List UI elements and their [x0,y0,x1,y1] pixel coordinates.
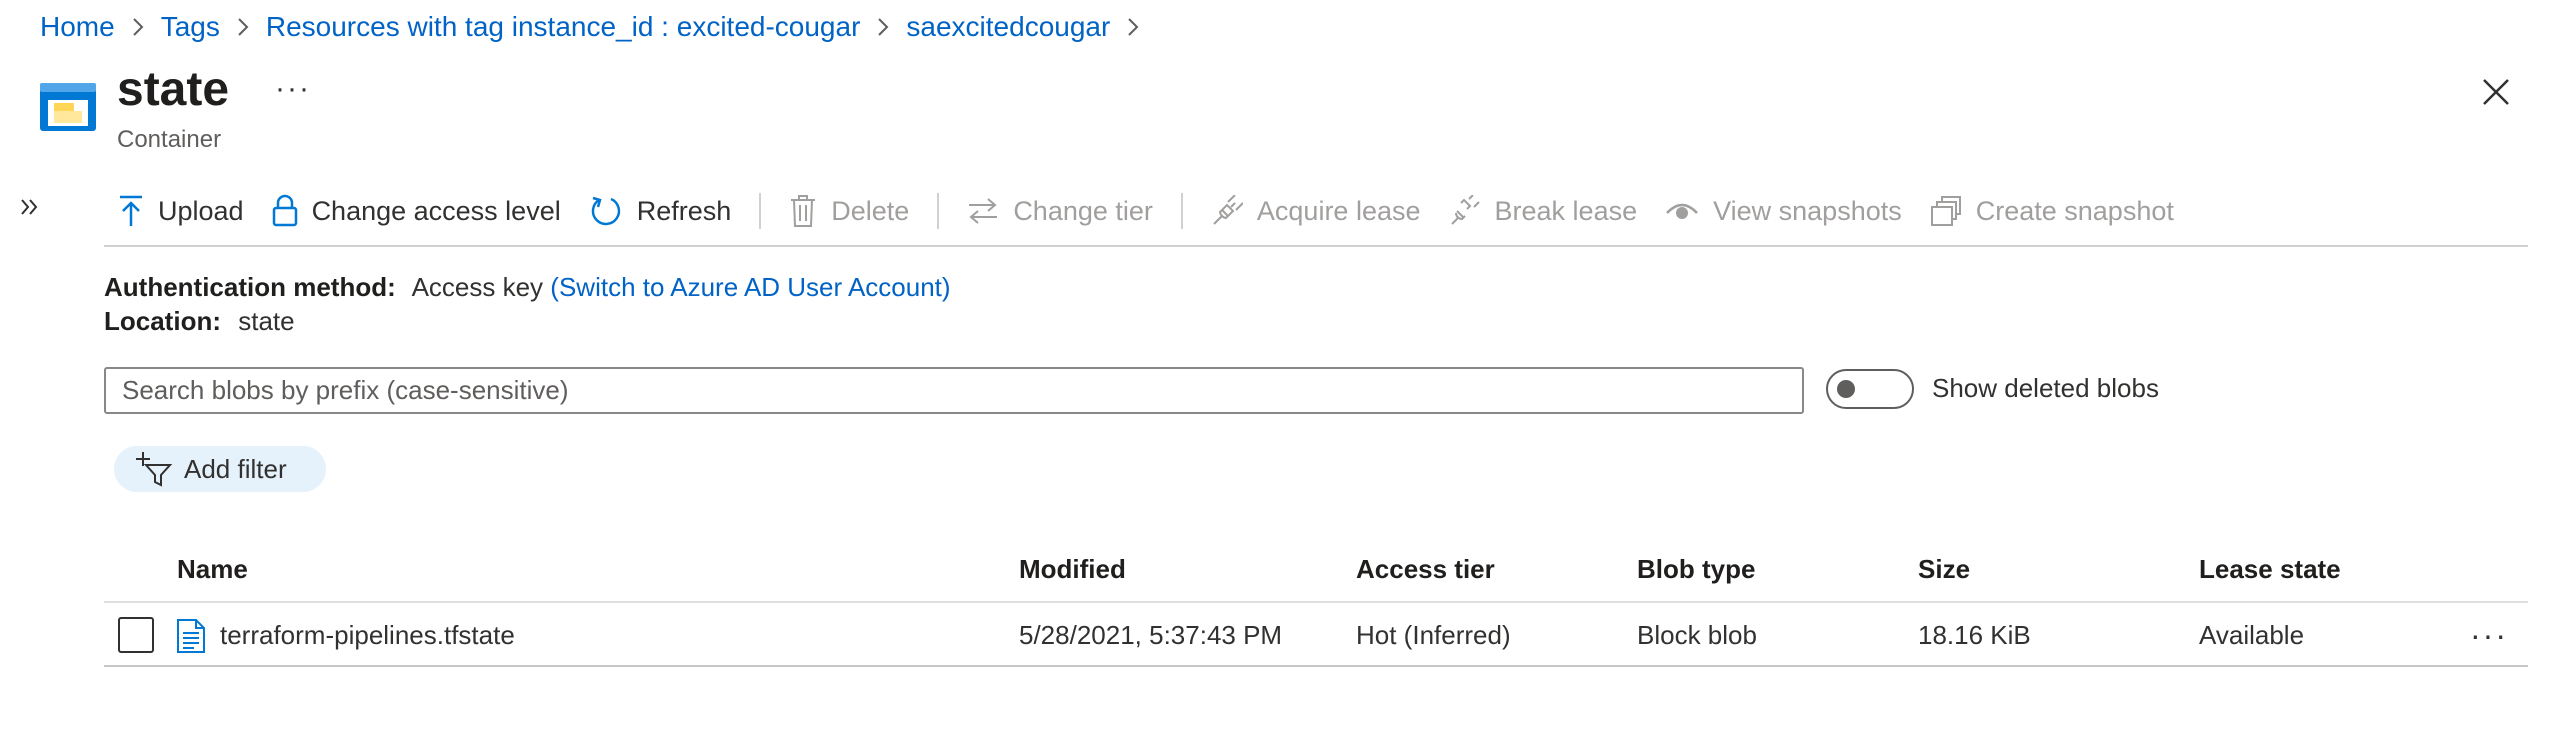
column-header-blob-type[interactable]: Blob type [1637,554,1755,585]
command-bar: Upload Change access level Refresh Delet… [104,186,2188,236]
toolbar-divider [759,193,762,229]
snapshot-stack-icon [1930,196,1961,226]
trash-icon [791,195,816,227]
blob-type: Block blob [1637,620,1757,650]
location-label: Location: [104,306,221,336]
blob-name-link[interactable]: terraform-pipelines.tfstate [220,620,515,651]
show-deleted-blobs-toggle[interactable] [1826,369,1914,409]
upload-button[interactable]: Upload [104,186,258,236]
chevron-right-icon [1126,16,1140,38]
plug-icon [1213,195,1243,225]
switch-auth-link[interactable]: (Switch to Azure AD User Account) [550,272,950,302]
refresh-button[interactable]: Refresh [575,186,746,236]
column-header-name[interactable]: Name [177,554,248,585]
upload-label: Upload [158,195,244,226]
double-chevron-right-icon[interactable] [18,195,42,219]
page-subtitle: Container [117,126,222,153]
refresh-icon [591,196,620,226]
row-select-checkbox[interactable] [118,617,154,653]
column-header-size[interactable]: Size [1918,554,1970,585]
broken-plug-icon [1450,195,1480,225]
column-header-access-tier[interactable]: Access tier [1356,554,1495,585]
breadcrumb-storage-account[interactable]: saexcitedcougar [906,11,1110,43]
file-document-icon [177,619,205,653]
chevron-right-icon [876,16,890,38]
column-header-lease-state[interactable]: Lease state [2199,554,2341,585]
break-lease-label: Break lease [1494,195,1638,226]
change-access-level-label: Change access level [311,195,561,226]
show-deleted-blobs-label: Show deleted blobs [1932,373,2159,403]
search-blobs-input[interactable] [104,367,1804,414]
table-row-divider [104,665,2528,667]
blob-modified: 5/28/2021, 5:37:43 PM [1019,620,1283,650]
change-tier-button[interactable]: Change tier [953,186,1167,236]
change-access-level-button[interactable]: Change access level [258,186,575,236]
breadcrumb-resources-with-tag[interactable]: Resources with tag instance_id : excited… [266,11,861,43]
table-header-divider [104,601,2528,603]
eye-icon [1666,203,1699,219]
auth-method-line: Authentication method: Access key (Switc… [104,272,951,303]
auth-method-value: Access key [411,272,544,302]
refresh-label: Refresh [636,195,732,226]
lock-icon [272,194,297,227]
breadcrumb-tags[interactable]: Tags [161,11,220,43]
change-tier-label: Change tier [1013,195,1153,226]
view-snapshots-label: View snapshots [1713,195,1902,226]
add-filter-button[interactable]: Add filter [114,446,326,492]
row-more-options-button[interactable]: ··· [2470,617,2508,654]
break-lease-button[interactable]: Break lease [1435,186,1652,236]
breadcrumb-home[interactable]: Home [40,11,115,43]
location-line: Location: state [104,306,295,337]
create-snapshot-button[interactable]: Create snapshot [1916,186,2188,236]
delete-label: Delete [831,195,910,226]
create-snapshot-label: Create snapshot [1975,195,2174,226]
close-icon[interactable] [2478,74,2514,110]
upload-icon [120,195,142,226]
chevron-right-icon [131,16,145,38]
column-header-modified[interactable]: Modified [1019,554,1126,585]
chevron-right-icon [236,16,250,38]
blob-access-tier: Hot (Inferred) [1356,620,1511,650]
blob-lease-state: Available [2199,620,2305,650]
page-title: state [117,63,230,116]
toolbar-divider-line [104,245,2528,247]
blob-size: 18.16 KiB [1918,620,2031,650]
toolbar-divider [1180,193,1183,229]
auth-method-label: Authentication method: [104,272,396,302]
more-options-button[interactable]: ··· [275,72,311,106]
breadcrumb: Home Tags Resources with tag instance_id… [40,8,1156,46]
acquire-lease-button[interactable]: Acquire lease [1197,186,1435,236]
swap-arrows-icon [969,198,998,224]
add-filter-label: Add filter [184,453,287,484]
toolbar-divider [937,193,940,229]
view-snapshots-button[interactable]: View snapshots [1651,186,1916,236]
location-value: state [238,306,295,336]
delete-button[interactable]: Delete [775,186,923,236]
toggle-knob [1837,380,1855,398]
container-icon [40,83,96,131]
add-filter-icon [136,452,173,487]
acquire-lease-label: Acquire lease [1256,195,1421,226]
